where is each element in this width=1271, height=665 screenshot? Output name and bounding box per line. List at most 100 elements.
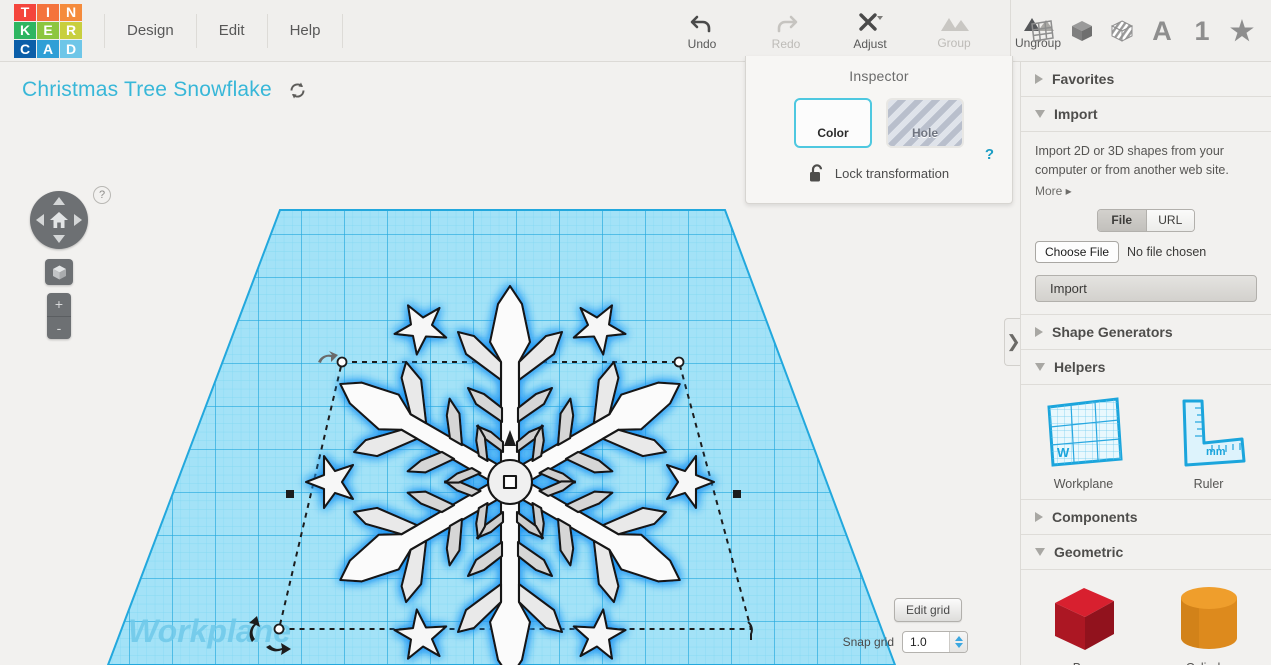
import-tab-file[interactable]: File [1098,209,1147,231]
hole-cube-button[interactable] [1103,9,1141,53]
section-title-favorites: Favorites [1052,71,1115,87]
chevron-down-icon [1035,362,1045,371]
svg-text:mm: mm [1206,446,1226,458]
main-menu: Design Edit Help [104,0,344,62]
sync-refresh-icon[interactable] [288,81,307,100]
text-shape-icon: A [1152,15,1172,46]
edit-grid-button[interactable]: Edit grid [893,598,962,622]
stepper-down-icon[interactable] [954,643,963,648]
sidebar-section-components[interactable]: Components [1021,499,1271,535]
app-header: TINKERCAD Design Edit Help Undo Redo Adj… [0,0,1271,62]
chevron-right-icon [1035,511,1043,522]
adjust-label: Adjust [853,36,887,51]
logo-tile-i: I [37,3,59,21]
section-title-import: Import [1054,106,1098,122]
geometric-grid: Box Cylinder [1021,570,1271,665]
home-view-icon[interactable] [49,210,69,230]
snap-grid-row: Snap grid 1.0 [843,631,968,653]
adjust-button[interactable]: Adjust [828,2,912,60]
tinkercad-app: TINKERCAD Design Edit Help Undo Redo Adj… [0,0,1271,665]
undo-button[interactable]: Undo [660,2,744,60]
import-more-link[interactable]: More ▸ [1035,184,1257,198]
unlocked-padlock-icon [809,164,823,182]
snap-grid-label: Snap grid [842,635,894,649]
hole-swatch-label: Hole [911,126,938,140]
helper-workplane-label: Workplane [1053,476,1114,491]
nav-down-arrow-icon[interactable] [53,235,65,243]
favorites-star-button[interactable]: ★ [1223,9,1261,53]
zoom-controls[interactable]: + - [47,293,71,339]
text-shape-button[interactable]: A [1143,9,1181,53]
helper-ruler-item[interactable]: mm Ruler [1146,395,1271,491]
menu-item-edit[interactable]: Edit [197,13,268,48]
zoom-in-button[interactable]: + [47,293,71,317]
stepper-up-icon[interactable] [954,636,963,641]
logo-tile-r: R [60,21,82,40]
view-navigation-pad[interactable] [30,191,88,249]
redo-label: Redo [771,36,801,51]
color-swatch-button[interactable]: Color [794,98,872,148]
ruler-icon: mm [1182,399,1245,467]
chevron-down-icon [1035,547,1045,556]
chevron-right-icon [1035,326,1043,337]
page-title[interactable]: Christmas Tree Snowflake [22,78,272,102]
sidebar-section-shape-generators[interactable]: Shape Generators [1021,314,1271,350]
hole-swatch-button[interactable]: Hole [886,98,964,148]
redo-button[interactable]: Redo [744,2,828,60]
shape-cylinder-item[interactable]: Cylinder [1146,582,1271,665]
menu-item-help[interactable]: Help [268,13,344,48]
project-title-row: Christmas Tree Snowflake [22,78,307,102]
sidebar-section-favorites[interactable]: Favorites [1021,62,1271,97]
resize-handle-bl[interactable] [273,623,285,635]
group-shapes-icon [941,17,969,31]
inspector-help-button[interactable]: ? [985,146,994,163]
helper-workplane-item[interactable]: W Workplane [1021,395,1146,491]
snap-grid-stepper[interactable] [949,632,967,652]
zoom-out-button[interactable]: - [47,317,71,340]
resize-handle-right[interactable] [733,490,741,498]
sidebar-section-helpers[interactable]: Helpers [1021,349,1271,385]
svg-text:W: W [1057,445,1070,460]
resize-handle-tl[interactable] [336,356,348,368]
undo-label: Undo [687,36,717,51]
snap-grid-value[interactable]: 1.0 [903,632,949,652]
nav-right-arrow-icon[interactable] [74,214,82,226]
number-shape-button[interactable]: 1 [1183,9,1221,53]
resize-handle-tr[interactable] [673,356,685,368]
grid-view-icon [1031,20,1054,42]
logo-tile-t: T [14,3,36,21]
lock-transformation-row[interactable]: Lock transformation [746,164,1012,183]
import-panel: Import 2D or 3D shapes from your compute… [1021,132,1271,315]
group-button[interactable]: Group [912,2,996,60]
fit-view-cube-button[interactable] [45,259,73,285]
file-chooser-row: Choose File No file chosen [1035,240,1257,263]
import-description: Import 2D or 3D shapes from your compute… [1035,144,1229,178]
menu-item-design[interactable]: Design [104,13,197,48]
grid-view-button[interactable] [1023,9,1061,53]
choose-file-button[interactable]: Choose File [1035,240,1120,263]
sidebar-section-import[interactable]: Import [1021,97,1271,132]
import-tab-url[interactable]: URL [1146,209,1194,231]
shape-box-item[interactable]: Box [1021,582,1146,665]
snap-grid-input[interactable]: 1.0 [902,631,968,653]
shape-cylinder-label: Cylinder [1186,661,1232,665]
logo-tile-k: K [14,21,36,40]
nav-left-arrow-icon[interactable] [36,214,44,226]
orange-cylinder-icon [1180,586,1237,649]
inspector-swatches: Color Hole ? [746,98,1012,163]
nav-help-button[interactable]: ? [93,186,111,204]
section-title-shape-generators: Shape Generators [1052,323,1173,340]
solid-cube-button[interactable] [1063,9,1101,53]
no-file-chosen-text: No file chosen [1127,244,1207,259]
resize-handle-left[interactable] [286,490,294,498]
redo-arrow-icon [777,15,798,32]
section-title-helpers: Helpers [1054,358,1106,375]
sidebar-section-geometric[interactable]: Geometric [1021,534,1271,570]
shape-box-label: Box [1073,661,1095,665]
helper-ruler-label: Ruler [1193,476,1224,491]
nav-up-arrow-icon[interactable] [53,197,65,205]
section-title-components: Components [1052,508,1138,525]
import-source-toggle[interactable]: File URL [1097,208,1195,232]
import-button[interactable]: Import [1035,274,1257,302]
tinkercad-logo[interactable]: TIN KER CAD [14,3,82,58]
